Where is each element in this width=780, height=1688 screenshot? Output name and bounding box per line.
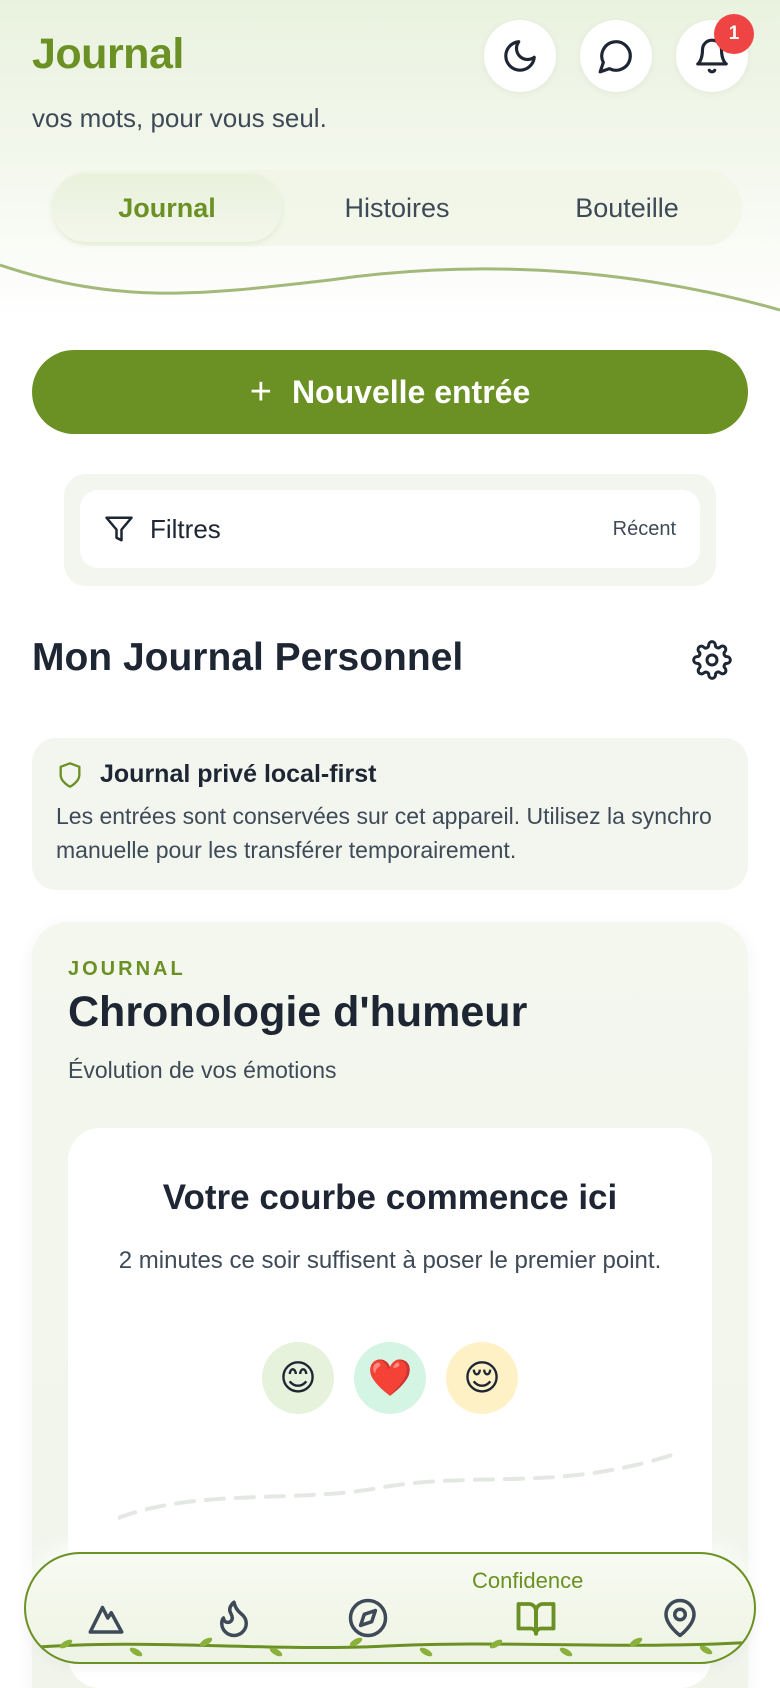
gear-icon[interactable] [692,640,732,680]
theme-toggle-button[interactable] [484,20,556,92]
new-entry-button[interactable]: + Nouvelle entrée [32,350,748,434]
card-title: Chronologie d'humeur [68,988,528,1036]
filter-icon [105,516,133,542]
privacy-text: Les entrées sont conservées sur cet appa… [56,803,712,863]
nav-active-label: Confidence [472,1568,584,1593]
sort-selector[interactable]: Récent [613,518,676,541]
emoji-heart[interactable]: ❤️ [354,1342,426,1414]
section-title: Mon Journal Personnel [32,636,464,679]
mood-emoji-row: 😊 ❤️ 😌 [68,1342,712,1414]
tab-histoires[interactable]: Histoires [282,174,512,242]
new-entry-label: Nouvelle entrée [291,373,531,410]
filters-label: Filtres [150,513,221,544]
empty-state-title: Votre courbe commence ici [162,1178,618,1217]
chat-icon [598,40,632,74]
journal-tabs: Journal Histoires Bouteille [52,170,742,246]
emoji-smile[interactable]: 😊 [262,1342,334,1414]
notification-badge: 1 [714,14,754,54]
empty-curve-placeholder [118,1451,678,1520]
notifications-button[interactable]: 1 [676,14,754,92]
privacy-title: Journal privé local-first [100,760,377,788]
moon-icon [504,40,536,72]
tab-bouteille[interactable]: Bouteille [512,174,742,242]
filters-container: Filtres Récent [64,474,716,586]
bottom-navigation: Confidence [24,1552,756,1664]
emoji-relieved[interactable]: 😌 [446,1342,518,1414]
app-title: Journal [32,30,184,78]
app-tagline: vos mots, pour vous seul. [32,103,327,133]
header-wave-divider [0,263,780,312]
empty-state-text: 2 minutes ce soir suffisent à poser le p… [118,1247,662,1274]
filters-button[interactable]: Filtres Récent [80,490,700,568]
card-eyebrow: JOURNAL [68,958,186,980]
shield-icon [59,761,81,788]
plus-icon: + [249,370,272,413]
tab-journal[interactable]: Journal [52,174,282,242]
vine-decoration [26,1637,754,1657]
messages-button[interactable] [580,20,652,92]
privacy-notice: Journal privé local-first Les entrées so… [32,738,748,890]
card-subtitle: Évolution de vos émotions [68,1057,337,1083]
